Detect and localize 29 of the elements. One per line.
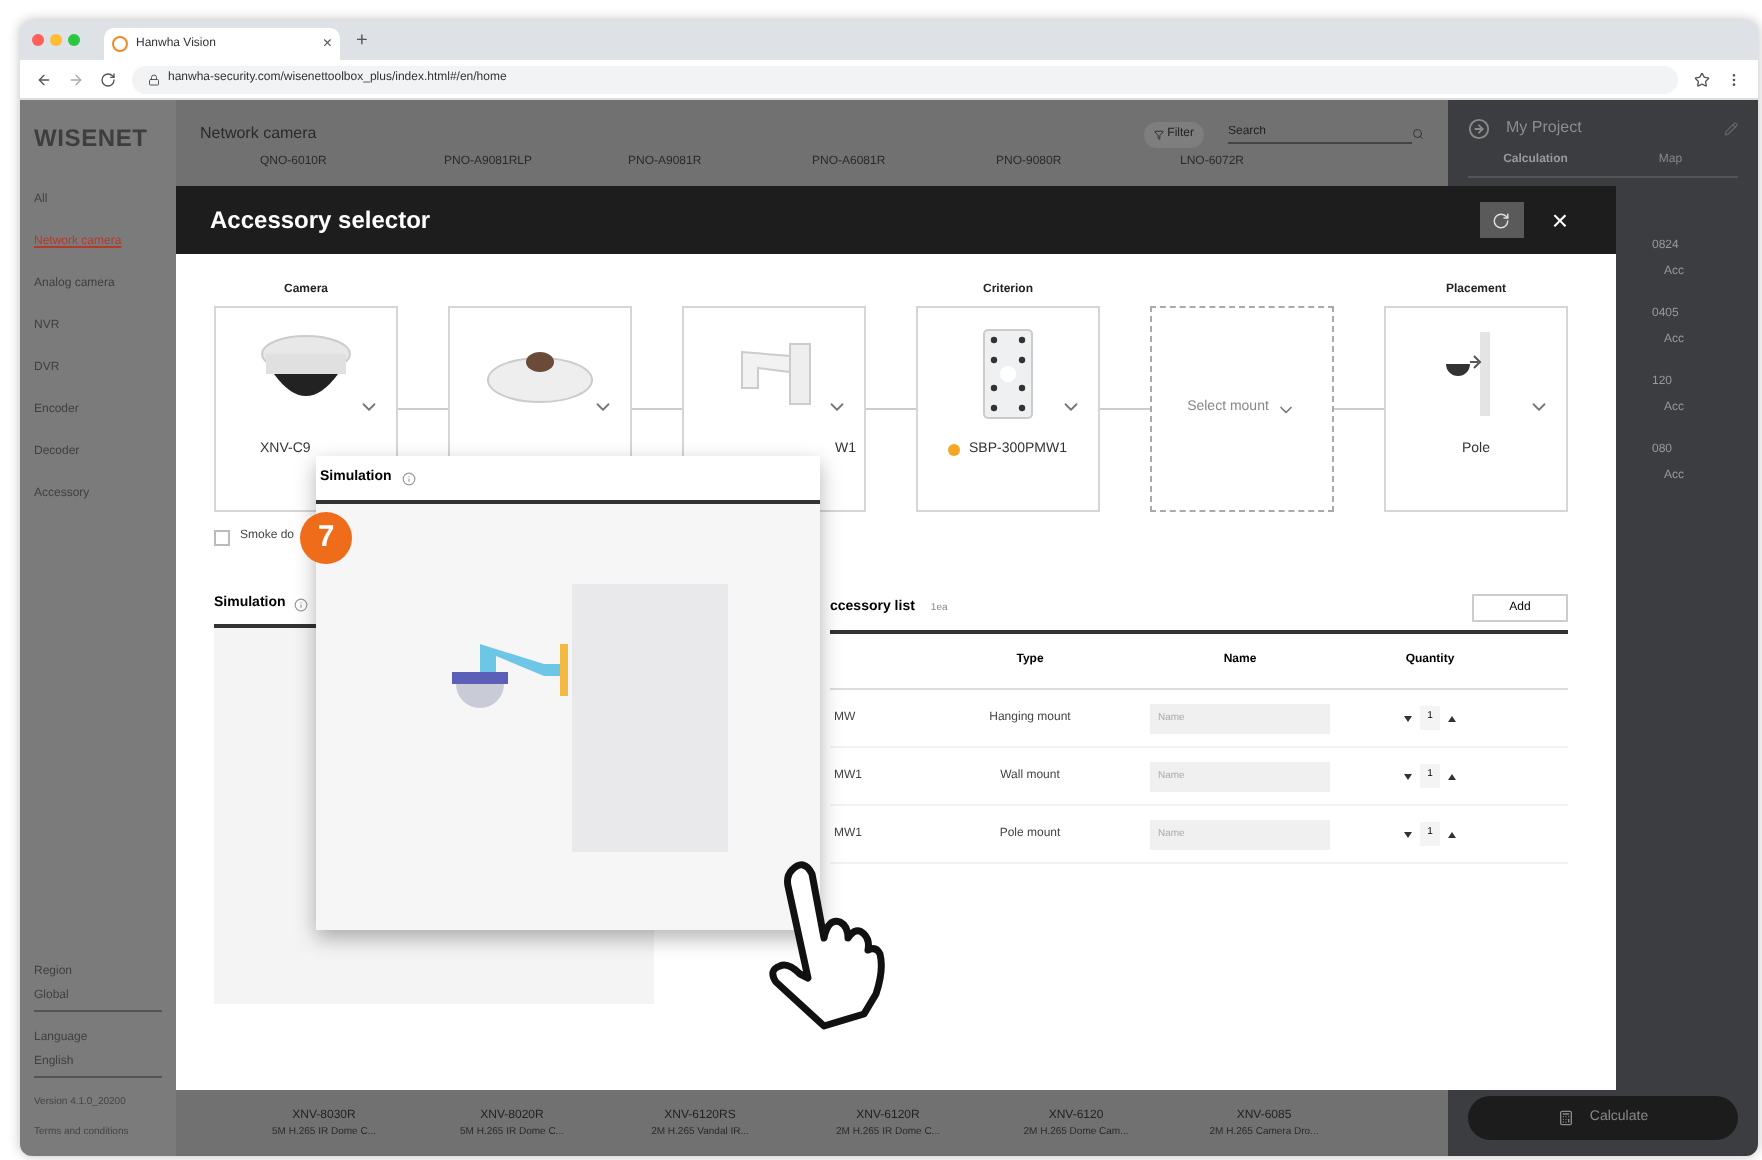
logo: WISENET — [34, 122, 150, 156]
project-title: My Project — [1506, 116, 1582, 140]
info-icon[interactable] — [401, 471, 416, 485]
increase-icon[interactable] — [1448, 773, 1457, 779]
decrease-icon[interactable] — [1403, 773, 1412, 779]
back-icon[interactable] — [36, 71, 52, 87]
increase-icon[interactable] — [1448, 831, 1457, 837]
calculator-icon — [1557, 1110, 1574, 1126]
filter-icon — [1153, 129, 1164, 139]
reset-icon — [1492, 211, 1511, 229]
bookmark-star-icon[interactable] — [1694, 71, 1710, 87]
step-number-badge: 7 — [300, 512, 352, 564]
decrease-icon[interactable] — [1403, 715, 1412, 721]
tab-close-button[interactable]: × — [322, 32, 332, 56]
lock-icon — [148, 73, 160, 85]
mounting-plate-drawing — [982, 328, 1034, 420]
close-button[interactable]: × — [1551, 206, 1568, 234]
search-icon[interactable] — [1412, 128, 1424, 140]
site-favicon-icon — [112, 36, 128, 52]
page-title: Network camera — [200, 122, 317, 146]
info-icon[interactable] — [293, 597, 308, 612]
new-tab-button[interactable]: + — [356, 25, 368, 55]
reset-button[interactable] — [1479, 202, 1524, 238]
reload-icon[interactable] — [100, 71, 116, 87]
checkbox[interactable] — [214, 529, 230, 545]
increase-icon[interactable] — [1448, 715, 1457, 721]
arrow-circle-icon[interactable] — [1468, 117, 1490, 139]
decrease-icon[interactable] — [1403, 831, 1412, 837]
dialog-title: Accessory selector — [210, 204, 431, 238]
